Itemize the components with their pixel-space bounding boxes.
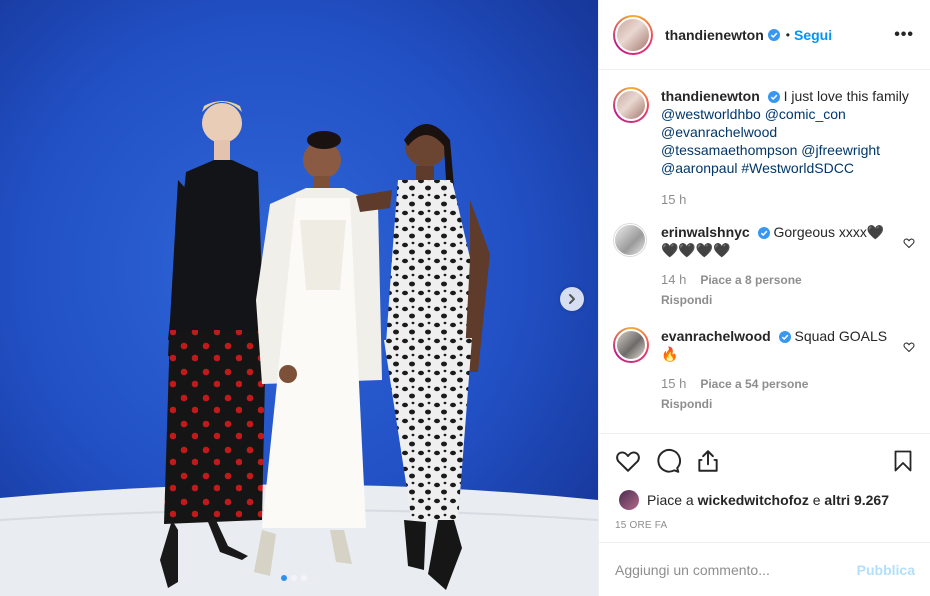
verified-badge-icon — [767, 28, 780, 41]
liker-avatar[interactable] — [619, 490, 639, 510]
share-icon[interactable] — [695, 448, 721, 474]
likes-others-count[interactable]: altri 9.267 — [824, 492, 889, 508]
comments-list[interactable]: thandienewton I just love this family @w… — [599, 71, 930, 433]
comment-input[interactable] — [615, 561, 857, 578]
post-actions: Piace a wickedwitchofoz e altri 9.267 15… — [599, 433, 930, 531]
carousel-dot — [301, 575, 307, 581]
comment-likes[interactable]: Piace a 8 persone — [700, 271, 801, 289]
more-options-icon[interactable]: ••• — [894, 26, 914, 43]
add-comment-bar: Pubblica — [599, 542, 930, 596]
liker-username[interactable]: wickedwitchofoz — [698, 492, 809, 508]
verified-badge-icon — [778, 331, 791, 343]
comment-item: evanrachelwood Squad GOALS 🔥 15 h Piace … — [613, 327, 915, 413]
caption-mentions-1[interactable]: @westworldhbo @comic_con — [661, 106, 846, 122]
comment-time[interactable]: 15 h — [661, 375, 686, 393]
avatar[interactable] — [613, 14, 653, 55]
avatar[interactable] — [613, 327, 649, 363]
comment-bubble-icon[interactable] — [655, 448, 681, 474]
follow-button[interactable]: Segui — [794, 27, 832, 43]
carousel-dot-active — [281, 575, 287, 581]
avatar[interactable] — [613, 223, 647, 257]
comment-username[interactable]: evanrachelwood — [661, 328, 771, 344]
separator-bullet: • — [785, 27, 790, 42]
caption-mentions-2[interactable]: @evanrachelwood — [661, 124, 777, 140]
comment-text: Gorgeous xxxx🖤 — [773, 224, 885, 240]
likes-conjunction: e — [812, 492, 821, 508]
avatar[interactable] — [613, 87, 649, 123]
caption-mentions-4[interactable]: @aaronpaul #WestworldSDCC — [661, 160, 854, 176]
verified-badge-icon — [767, 91, 780, 103]
caption-mentions-3[interactable]: @tessamaethompson @jfreewright — [661, 142, 880, 158]
comment-likes[interactable]: Piace a 54 persone — [700, 375, 808, 393]
post-sidebar: thandienewton • Segui ••• thandienewton — [598, 0, 930, 596]
liked-by: Piace a wickedwitchofoz e altri 9.267 — [615, 490, 915, 510]
likes-prefix: Piace a — [647, 492, 694, 508]
reply-button[interactable]: Rispondi — [661, 291, 913, 309]
publish-button[interactable]: Pubblica — [857, 562, 915, 578]
comment-time[interactable]: 14 h — [661, 271, 686, 289]
comment-text: Squad GOALS — [794, 328, 888, 344]
instagram-post: thandienewton • Segui ••• thandienewton — [0, 0, 930, 596]
reply-button[interactable]: Rispondi — [661, 395, 913, 413]
post-timestamp[interactable]: 15 ORE FA — [615, 520, 915, 531]
header-username[interactable]: thandienewton — [665, 27, 764, 43]
carousel-dot — [291, 575, 297, 581]
like-comment-heart-icon[interactable] — [903, 341, 915, 353]
heart-icon[interactable] — [615, 448, 641, 474]
comment-text-line2: 🖤🖤🖤🖤 — [661, 242, 731, 258]
caption-username[interactable]: thandienewton — [661, 88, 760, 104]
chevron-right-icon — [569, 294, 575, 304]
verified-badge-icon — [757, 227, 770, 239]
bookmark-icon[interactable] — [891, 448, 915, 474]
next-photo-button[interactable] — [560, 287, 584, 311]
caption-time[interactable]: 15 h — [661, 191, 686, 209]
photo-illustration — [0, 0, 598, 596]
carousel-indicator — [281, 575, 307, 581]
action-icons — [615, 446, 915, 476]
caption-text: I just love this family — [783, 88, 909, 104]
like-comment-heart-icon[interactable] — [903, 237, 915, 249]
caption: thandienewton I just love this family @w… — [613, 87, 915, 209]
post-photo[interactable] — [0, 0, 598, 596]
comment-item: erinwalshnyc Gorgeous xxxx🖤 🖤🖤🖤🖤 14 h Pi… — [613, 223, 915, 309]
post-header: thandienewton • Segui ••• — [599, 0, 930, 70]
comment-username[interactable]: erinwalshnyc — [661, 224, 750, 240]
comment-text-line2: 🔥 — [661, 346, 679, 362]
